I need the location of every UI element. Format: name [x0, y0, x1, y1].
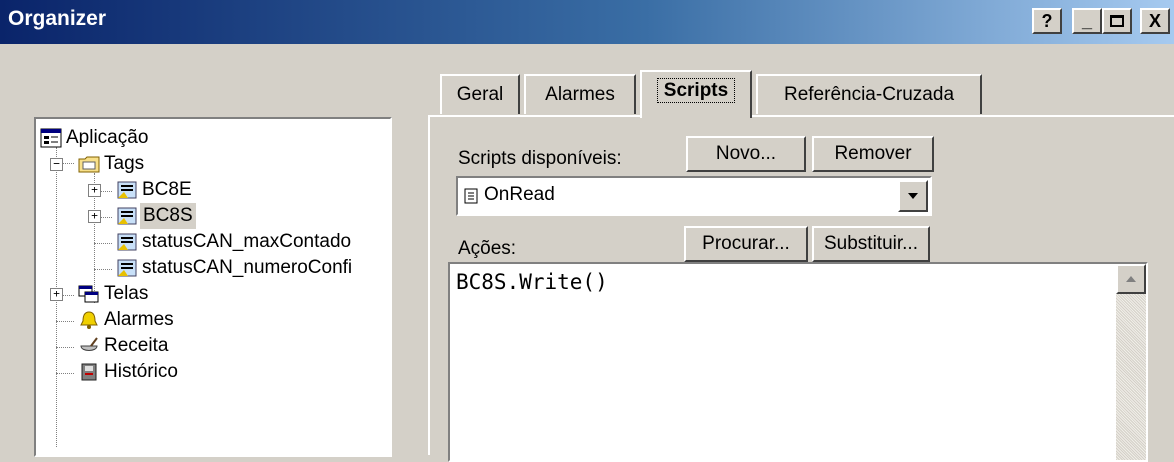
help-button[interactable]: ? [1032, 8, 1062, 34]
new-script-button[interactable]: Novo... [686, 136, 806, 172]
tag-icon [117, 233, 137, 251]
expand-icon[interactable]: + [88, 184, 101, 197]
expand-icon[interactable]: + [88, 210, 101, 223]
collapse-icon[interactable]: − [50, 158, 63, 171]
bell-icon [80, 311, 98, 329]
screens-icon [78, 285, 99, 303]
script-editor[interactable]: BC8S.Write() [448, 262, 1148, 462]
close-button[interactable]: X [1140, 8, 1170, 34]
tree-label: BC8E [142, 179, 192, 200]
recipe-icon [80, 337, 98, 351]
application-icon [40, 128, 62, 148]
tab-scripts[interactable]: Scripts [640, 70, 752, 118]
remove-script-button[interactable]: Remover [812, 136, 934, 172]
tag-icon [117, 181, 137, 199]
folder-icon [78, 156, 100, 173]
tree-panel[interactable]: Aplicação − Tags + BC8E + BC8S statusCAN… [34, 117, 392, 457]
tree-label: Alarmes [104, 309, 174, 330]
maximize-icon [1110, 15, 1124, 27]
tree-label: BC8S [140, 203, 196, 229]
minimize-button[interactable]: _ [1072, 8, 1102, 34]
tree-line [56, 321, 74, 322]
chevron-up-icon [1126, 276, 1136, 282]
chevron-down-icon [908, 193, 918, 199]
tab-geral[interactable]: Geral [440, 74, 520, 114]
script-select[interactable]: OnRead [456, 176, 932, 216]
vertical-scrollbar[interactable] [1116, 264, 1146, 460]
script-code[interactable]: BC8S.Write() [456, 270, 608, 294]
selected-script-value: OnRead [484, 184, 555, 205]
tree-line [94, 269, 112, 270]
tree-label: Telas [104, 283, 149, 304]
title-bar[interactable]: Organizer ? _ X [0, 0, 1174, 44]
tree-label: Receita [104, 335, 169, 356]
tree-label: statusCAN_maxContado [142, 231, 352, 252]
tree-line [56, 373, 74, 374]
search-button[interactable]: Procurar... [684, 226, 808, 262]
actions-label: Ações: [458, 238, 517, 259]
script-file-icon [464, 188, 478, 204]
tab-scripts-label: Scripts [656, 78, 736, 103]
dropdown-button[interactable] [898, 180, 928, 212]
tree-line [56, 347, 74, 348]
scripts-available-label: Scripts disponíveis: [458, 148, 622, 169]
scroll-up-button[interactable] [1116, 264, 1146, 294]
tab-referencia-cruzada[interactable]: Referência-Cruzada [756, 74, 982, 114]
window-title: Organizer [8, 7, 107, 30]
tag-icon [117, 207, 137, 225]
maximize-button[interactable] [1102, 8, 1132, 34]
tag-icon [117, 259, 137, 277]
history-icon [81, 363, 97, 381]
tree-label: statusCAN_numeroConfi [142, 257, 353, 278]
expand-icon[interactable]: + [50, 288, 63, 301]
tree-line [94, 243, 112, 244]
tree-label: Tags [104, 153, 145, 174]
tab-alarmes[interactable]: Alarmes [524, 74, 636, 114]
replace-button[interactable]: Substituir... [812, 226, 930, 262]
tree-label: Histórico [104, 361, 178, 382]
tree-label: Aplicação [66, 127, 149, 148]
